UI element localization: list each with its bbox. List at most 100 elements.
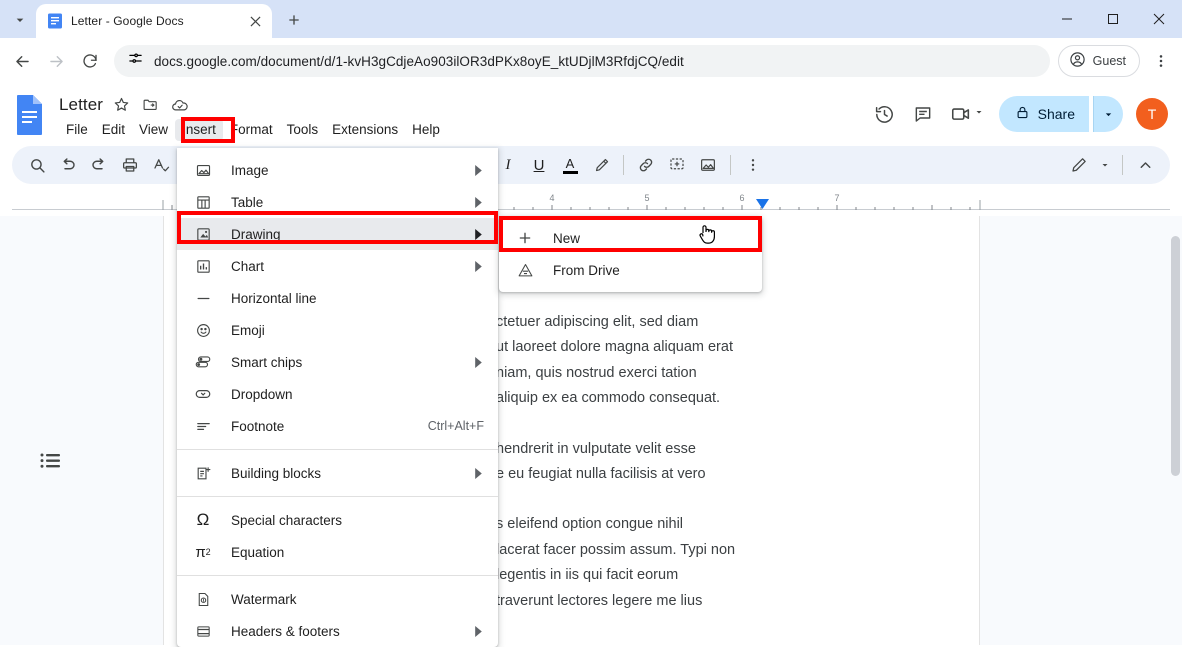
menu-item-headers-footers[interactable]: Headers & footers	[177, 615, 498, 647]
document-title[interactable]: Letter	[59, 95, 103, 115]
menu-item-label: Emoji	[231, 322, 265, 338]
text-color-button[interactable]: A	[555, 150, 585, 180]
insert-menu-panel: Image Table Drawing Chart Horizontal lin…	[177, 148, 498, 647]
profile-guest-button[interactable]: Guest	[1057, 45, 1140, 77]
submenu-item-new[interactable]: New	[499, 222, 762, 254]
menu-divider	[177, 496, 498, 497]
highlighter-icon[interactable]	[586, 150, 616, 180]
address-input[interactable]: docs.google.com/document/d/1-kvH3gCdjeAo…	[114, 45, 1050, 77]
cloud-saved-icon[interactable]	[171, 96, 190, 115]
search-icon[interactable]	[22, 150, 52, 180]
menu-item-label: Special characters	[231, 512, 343, 528]
document-paragraph-2: hendrerit in vulputate velit esse e eu fe…	[496, 440, 706, 483]
chevron-right-icon	[473, 356, 484, 368]
menu-help[interactable]: Help	[405, 119, 447, 141]
document-outline-icon[interactable]	[38, 449, 62, 473]
menu-item-smart-chips[interactable]: Smart chips	[177, 346, 498, 378]
profile-label: Guest	[1092, 54, 1126, 68]
close-window-icon[interactable]	[1136, 0, 1182, 38]
menu-item-label: Drawing	[231, 226, 281, 242]
menu-item-watermark[interactable]: Watermark	[177, 583, 498, 615]
docs-icon	[47, 13, 63, 29]
undo-icon[interactable]	[53, 150, 83, 180]
ruler-mark: 4	[549, 193, 554, 203]
menu-extensions[interactable]: Extensions	[325, 119, 405, 141]
menu-item-label: Footnote	[231, 418, 285, 434]
indent-marker	[756, 199, 769, 209]
spellcheck-icon[interactable]	[146, 150, 176, 180]
docs-header: Letter File Edit View Insert Format Tool…	[0, 84, 1182, 146]
italic-label: I	[505, 156, 511, 173]
menu-insert[interactable]: Insert	[175, 119, 223, 141]
version-history-icon[interactable]	[868, 97, 902, 131]
menu-file[interactable]: File	[59, 119, 95, 141]
browser-tab[interactable]: Letter - Google Docs	[36, 4, 272, 38]
reload-icon[interactable]	[74, 45, 106, 77]
avatar[interactable]: T	[1136, 98, 1168, 130]
star-icon[interactable]	[113, 96, 132, 115]
menu-item-drawing[interactable]: Drawing	[177, 218, 498, 250]
chevron-right-icon	[473, 196, 484, 208]
menu-view[interactable]: View	[132, 119, 175, 141]
menu-item-horizontal-line[interactable]: Horizontal line	[177, 282, 498, 314]
menu-tools[interactable]: Tools	[280, 119, 326, 141]
comment-icon[interactable]	[906, 97, 940, 131]
image-icon	[193, 160, 213, 180]
text-color-swatch	[562, 170, 578, 174]
tune-icon[interactable]	[128, 51, 143, 71]
editing-mode-dropdown-icon[interactable]	[1095, 150, 1115, 180]
share-button[interactable]: Share	[998, 96, 1089, 132]
insert-image-icon[interactable]	[693, 150, 723, 180]
minimize-icon[interactable]	[1044, 0, 1090, 38]
menu-item-table[interactable]: Table	[177, 186, 498, 218]
move-to-folder-icon[interactable]	[142, 96, 161, 115]
menu-item-emoji[interactable]: Emoji	[177, 314, 498, 346]
share-dropdown-icon[interactable]	[1093, 96, 1123, 132]
chevron-right-icon	[473, 467, 484, 479]
document-body-text[interactable]: ctetuer adipiscing elit, sed diam ut laor…	[496, 310, 966, 639]
maximize-icon[interactable]	[1090, 0, 1136, 38]
menu-item-image[interactable]: Image	[177, 154, 498, 186]
document-paragraph-3: s eleifend option congue nihil lacerat fa…	[496, 516, 736, 609]
editing-mode-pencil-icon[interactable]	[1064, 150, 1094, 180]
chevron-down-icon	[973, 105, 985, 123]
menu-item-footnote[interactable]: Footnote Ctrl+Alt+F	[177, 410, 498, 442]
close-icon[interactable]	[246, 12, 264, 30]
add-comment-icon[interactable]	[662, 150, 692, 180]
meet-button[interactable]	[944, 97, 987, 131]
menu-item-building-blocks[interactable]: Building blocks	[177, 457, 498, 489]
submenu-item-from-drive[interactable]: From Drive	[499, 254, 762, 286]
tab-search-button[interactable]	[6, 6, 34, 34]
more-options-icon[interactable]	[738, 150, 768, 180]
forward-icon[interactable]	[40, 45, 72, 77]
kebab-menu-icon[interactable]	[1146, 46, 1176, 76]
menu-item-dropdown[interactable]: Dropdown	[177, 378, 498, 410]
underline-button[interactable]: U	[524, 150, 554, 180]
menu-item-equation[interactable]: π2 Equation	[177, 536, 498, 568]
docs-menubar: File Edit View Insert Format Tools Exten…	[59, 119, 447, 141]
browser-address-bar: docs.google.com/document/d/1-kvH3gCdjeAo…	[0, 38, 1182, 84]
building-blocks-icon	[193, 463, 213, 483]
back-icon[interactable]	[6, 45, 38, 77]
share-label: Share	[1037, 106, 1075, 122]
emoji-icon	[193, 320, 213, 340]
vertical-scrollbar[interactable]	[1171, 236, 1180, 476]
text-color-label: A	[565, 155, 575, 171]
account-circle-icon	[1069, 51, 1086, 71]
new-tab-button[interactable]	[280, 6, 308, 34]
pi-squared-icon: π2	[195, 543, 211, 561]
menu-item-special-characters[interactable]: Ω Special characters	[177, 504, 498, 536]
menu-item-chart[interactable]: Chart	[177, 250, 498, 282]
print-icon[interactable]	[115, 150, 145, 180]
ruler-mark: 6	[739, 193, 744, 203]
collapse-toolbar-icon[interactable]	[1130, 150, 1160, 180]
google-docs-logo[interactable]	[14, 94, 50, 138]
link-icon[interactable]	[631, 150, 661, 180]
menu-edit[interactable]: Edit	[95, 119, 132, 141]
menu-item-label: Headers & footers	[231, 623, 340, 639]
menu-format[interactable]: Format	[223, 119, 280, 141]
redo-icon[interactable]	[84, 150, 114, 180]
menu-item-label: Horizontal line	[231, 290, 317, 306]
drawing-icon	[193, 224, 213, 244]
docs-header-actions: Share T	[868, 96, 1168, 132]
